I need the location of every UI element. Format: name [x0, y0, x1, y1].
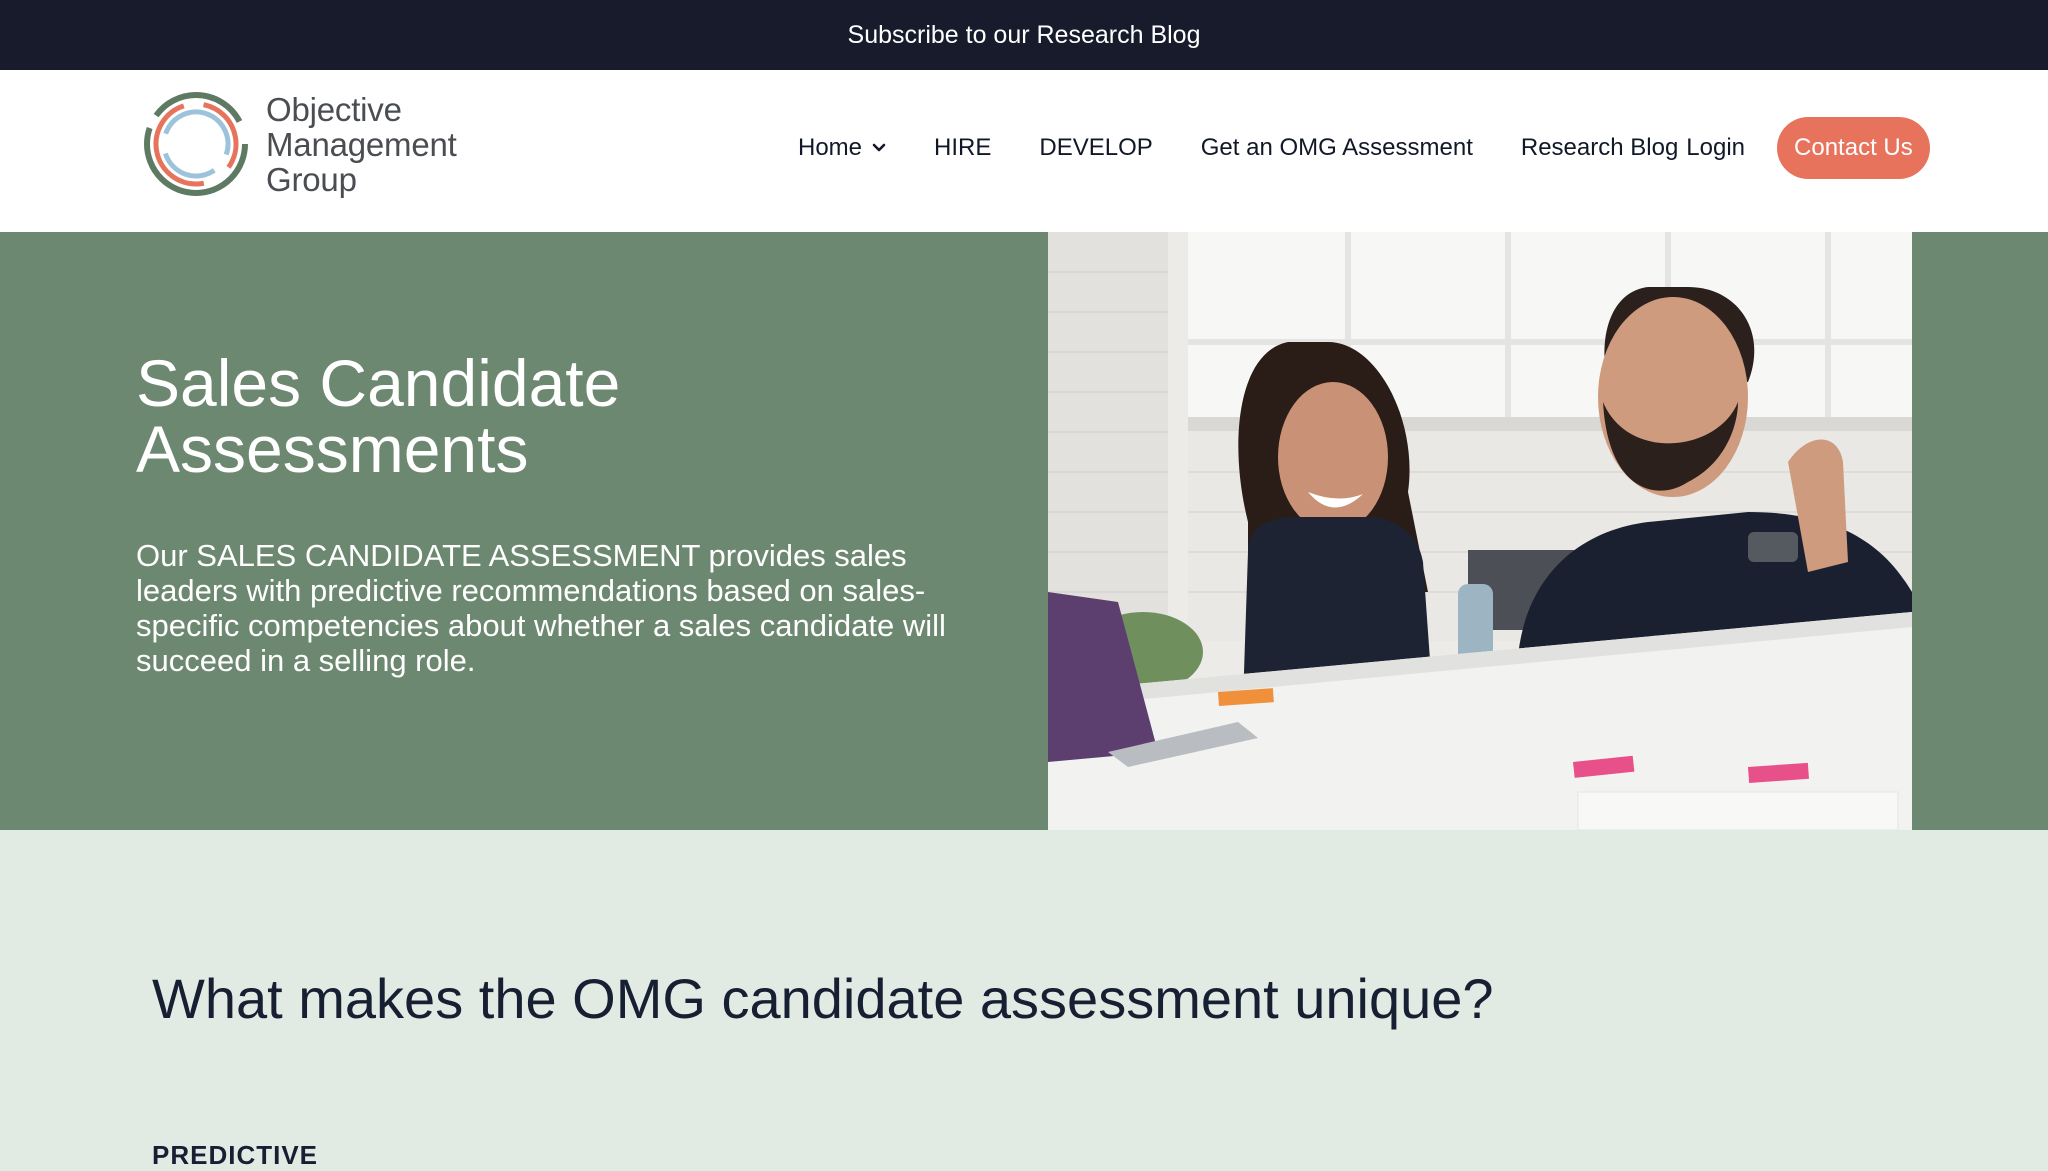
hero-title-line-2: Assessments	[136, 412, 529, 486]
subscribe-banner: Subscribe to our Research Blog	[0, 0, 2048, 70]
contact-us-button[interactable]: Contact Us	[1777, 117, 1930, 179]
logo-line-2: Management	[266, 125, 457, 163]
nav-develop[interactable]: DEVELOP	[1039, 134, 1152, 162]
hero-section: Sales Candidate Assessments Our SALES CA…	[0, 232, 2048, 830]
nav-research-blog[interactable]: Research Blog	[1521, 134, 1678, 162]
nav-home-label: Home	[798, 134, 863, 161]
main-nav: Home HIRE DEVELOP Get an OMG Assessment …	[798, 117, 1930, 179]
logo-line-1: Objective	[266, 90, 402, 128]
nav-login[interactable]: Login	[1686, 134, 1745, 162]
chevron-down-icon	[872, 143, 886, 152]
hero-photo	[1048, 232, 1912, 830]
logo-wordmark: Objective Management Group	[266, 92, 457, 197]
logo-link[interactable]: Objective Management Group	[142, 90, 457, 198]
hero-description: Our SALES CANDIDATE ASSESSMENT provides …	[136, 538, 946, 678]
office-meeting-illustration	[1048, 232, 1912, 830]
omg-logo-icon	[144, 92, 248, 196]
section-subtitle: PREDICTIVE	[152, 1140, 319, 1170]
nav-get-assessment[interactable]: Get an OMG Assessment	[1201, 134, 1473, 162]
site-header: Objective Management Group Home HIRE DEV…	[0, 70, 2048, 232]
hero-title-line-1: Sales Candidate	[136, 346, 621, 420]
nav-hire[interactable]: HIRE	[934, 134, 991, 162]
logo-line-3: Group	[266, 160, 357, 198]
subscribe-link[interactable]: Subscribe to our Research Blog	[848, 21, 1201, 50]
hero-title: Sales Candidate Assessments	[136, 350, 836, 482]
section-title: What makes the OMG candidate assessment …	[152, 967, 1494, 1030]
nav-home[interactable]: Home	[798, 134, 886, 162]
